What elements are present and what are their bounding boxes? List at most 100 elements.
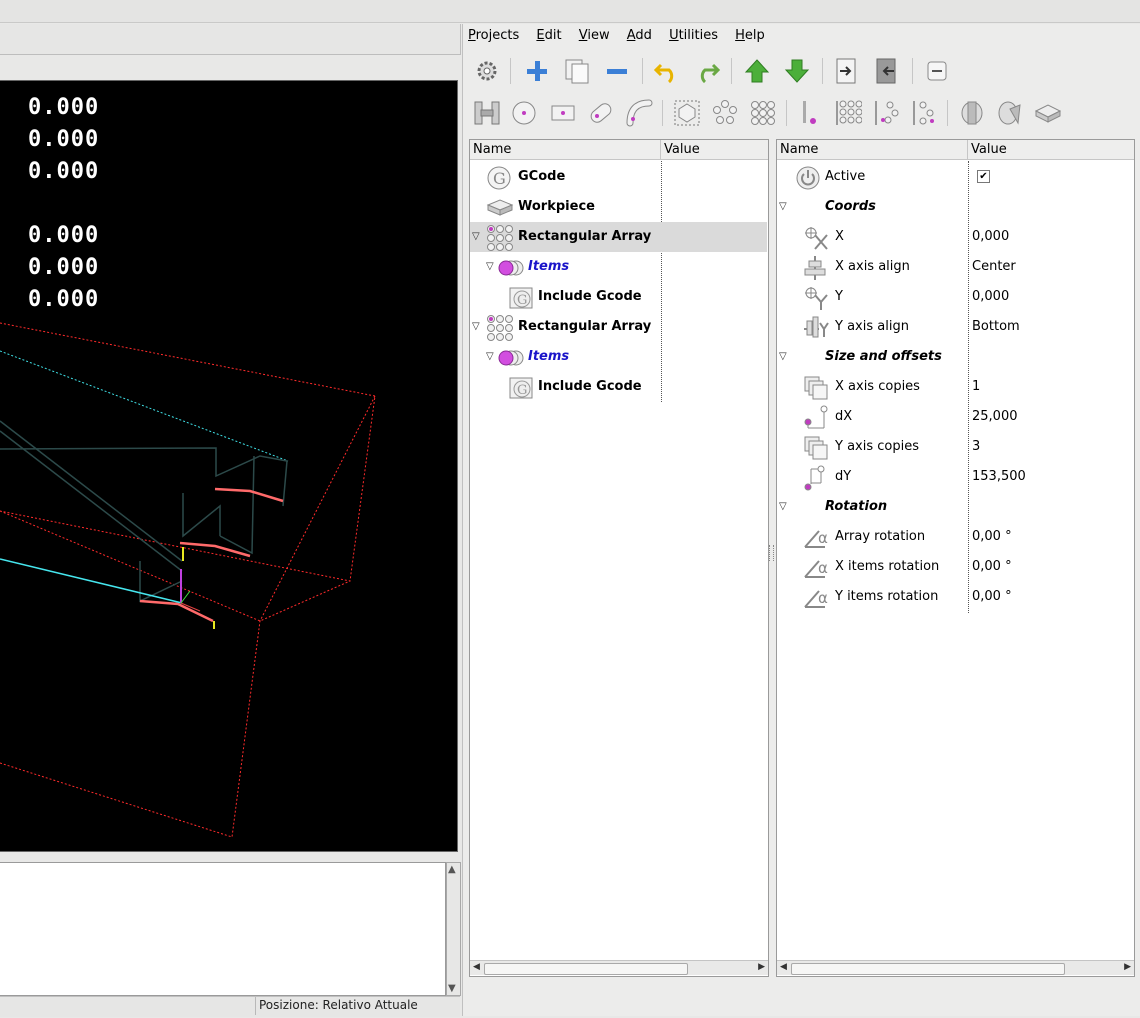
tool-icon[interactable]	[957, 98, 987, 128]
menu-add[interactable]: Add	[627, 28, 652, 43]
prop-y[interactable]: Y 0,000	[777, 282, 1134, 312]
collapse-icon[interactable]	[922, 56, 952, 86]
scroll-left-icon[interactable]: ◀	[780, 962, 787, 972]
console-scrollbar[interactable]: ▲ ▼	[446, 862, 461, 996]
add-icon[interactable]	[522, 56, 552, 86]
tool-change-icon[interactable]	[995, 98, 1025, 128]
move-down-icon[interactable]	[782, 56, 812, 86]
circle-icon[interactable]	[509, 98, 539, 128]
prop-value[interactable]: 25,000	[972, 402, 1018, 432]
prop-value[interactable]: 1	[972, 372, 980, 402]
collapse-arrow-icon[interactable]: ▽	[779, 492, 787, 522]
scroll-down-icon[interactable]: ▼	[448, 983, 456, 994]
prop-value[interactable]: 0,000	[972, 222, 1009, 252]
part-outline-2	[182, 493, 221, 538]
prop-dx[interactable]: dX 25,000	[777, 402, 1134, 432]
scroll-thumb[interactable]	[791, 963, 1065, 975]
rect-array-icon[interactable]	[833, 98, 863, 128]
prop-y-items-rotation[interactable]: α Y items rotation 0,00 °	[777, 582, 1134, 612]
3d-viewport[interactable]: 0.000 0.000 0.000 0.000 0.000 0.000	[0, 80, 458, 852]
scroll-left-icon[interactable]: ◀	[473, 962, 480, 972]
tree-item-items-1[interactable]: ▽ Items	[470, 252, 768, 282]
menu-view[interactable]: View	[579, 28, 610, 43]
prop-value[interactable]: 0,00 °	[972, 552, 1012, 582]
tree-col-value[interactable]: Value	[661, 140, 768, 160]
collapse-arrow-icon[interactable]: ▽	[486, 342, 494, 372]
tree-item-include-gcode-2[interactable]: G Include Gcode	[470, 372, 768, 402]
active-checkbox[interactable]: ✔	[977, 170, 990, 183]
tree-item-include-gcode-1[interactable]: G Include Gcode	[470, 282, 768, 312]
tree-item-rectangular-array-2[interactable]: ▽ Rectangular Array	[470, 312, 768, 342]
prop-name: Y axis copies	[835, 439, 919, 454]
prop-value[interactable]: Bottom	[972, 312, 1020, 342]
prop-value[interactable]: 0,00 °	[972, 582, 1012, 612]
collapse-arrow-icon[interactable]: ▽	[779, 342, 787, 372]
prop-x-items-rotation[interactable]: α X items rotation 0,00 °	[777, 552, 1134, 582]
console-output[interactable]	[0, 862, 446, 996]
copy-icon[interactable]	[562, 56, 592, 86]
menu-edit[interactable]: Edit	[536, 28, 561, 43]
prop-value[interactable]: 0,000	[972, 282, 1009, 312]
prop-value[interactable]: 153,500	[972, 462, 1026, 492]
gear-icon[interactable]	[472, 56, 502, 86]
props-hscrollbar[interactable]: ◀ ▶	[777, 960, 1134, 975]
drill-point-icon[interactable]	[795, 98, 825, 128]
tree-item-items-2[interactable]: ▽ Items	[470, 342, 768, 372]
prop-group-rotation[interactable]: ▽ Rotation	[777, 492, 1134, 522]
scroll-right-icon[interactable]: ▶	[758, 962, 765, 972]
collapse-arrow-icon[interactable]: ▽	[472, 222, 480, 252]
indent-icon[interactable]	[832, 56, 862, 86]
prop-value[interactable]: 0,00 °	[972, 522, 1012, 552]
prop-x-axis-align[interactable]: X axis align Center	[777, 252, 1134, 282]
rectangle-icon[interactable]	[548, 98, 578, 128]
items-icon	[498, 260, 524, 276]
scroll-up-icon[interactable]: ▲	[448, 864, 456, 875]
arc-slot-icon[interactable]	[624, 98, 654, 128]
panel-splitter[interactable]	[769, 545, 774, 561]
props-col-value[interactable]: Value	[968, 140, 1134, 160]
hexagon-icon[interactable]	[672, 98, 702, 128]
prop-array-rotation[interactable]: α Array rotation 0,00 °	[777, 522, 1134, 552]
move-up-icon[interactable]	[742, 56, 772, 86]
redo-icon[interactable]	[692, 56, 722, 86]
prop-y-axis-align[interactable]: Y axis align Bottom	[777, 312, 1134, 342]
collapse-arrow-icon[interactable]: ▽	[472, 312, 480, 342]
drill-icon[interactable]	[472, 98, 502, 128]
collapse-arrow-icon[interactable]: ▽	[779, 192, 787, 222]
offset-array-icon[interactable]	[909, 98, 939, 128]
prop-value[interactable]: 3	[972, 432, 980, 462]
project-tree[interactable]: Name Value G GCode Workpiece ▽ Rectangul…	[469, 139, 769, 977]
menu-help[interactable]: Help	[735, 28, 765, 43]
tree-item-rectangular-array-1[interactable]: ▽ Rectangular Array	[470, 222, 767, 252]
tree-item-workpiece[interactable]: Workpiece	[470, 192, 768, 222]
svg-text:α: α	[818, 529, 828, 547]
prop-name: dY	[835, 469, 852, 484]
polar-array-icon[interactable]	[871, 98, 901, 128]
remove-icon[interactable]	[602, 56, 632, 86]
prop-x[interactable]: X 0,000	[777, 222, 1134, 252]
prop-group-size-offsets[interactable]: ▽ Size and offsets	[777, 342, 1134, 372]
properties-panel[interactable]: Name Value Active ✔ ▽ Coords X 0,000 X a…	[776, 139, 1135, 977]
menu-projects[interactable]: Projects	[468, 28, 519, 43]
tree-col-name[interactable]: Name	[470, 140, 661, 160]
workpiece-icon[interactable]	[1033, 98, 1063, 128]
props-col-name[interactable]: Name	[777, 140, 968, 160]
circular-array-icon[interactable]	[710, 98, 740, 128]
prop-dy[interactable]: dY 153,500	[777, 462, 1134, 492]
grid-array-icon[interactable]	[748, 98, 778, 128]
slot-icon[interactable]	[586, 98, 616, 128]
unindent-icon[interactable]	[872, 56, 902, 86]
svg-text:G: G	[517, 383, 527, 398]
collapse-arrow-icon[interactable]: ▽	[486, 252, 494, 282]
prop-group-coords[interactable]: ▽ Coords	[777, 192, 1134, 222]
scroll-thumb[interactable]	[484, 963, 688, 975]
menu-utilities[interactable]: Utilities	[669, 28, 718, 43]
prop-y-axis-copies[interactable]: Y axis copies 3	[777, 432, 1134, 462]
prop-active[interactable]: Active ✔	[777, 162, 1134, 192]
prop-x-axis-copies[interactable]: X axis copies 1	[777, 372, 1134, 402]
tree-item-gcode[interactable]: G GCode	[470, 162, 768, 192]
undo-icon[interactable]	[652, 56, 682, 86]
prop-value[interactable]: Center	[972, 252, 1016, 282]
tree-hscrollbar[interactable]: ◀ ▶	[470, 960, 768, 975]
scroll-right-icon[interactable]: ▶	[1124, 962, 1131, 972]
